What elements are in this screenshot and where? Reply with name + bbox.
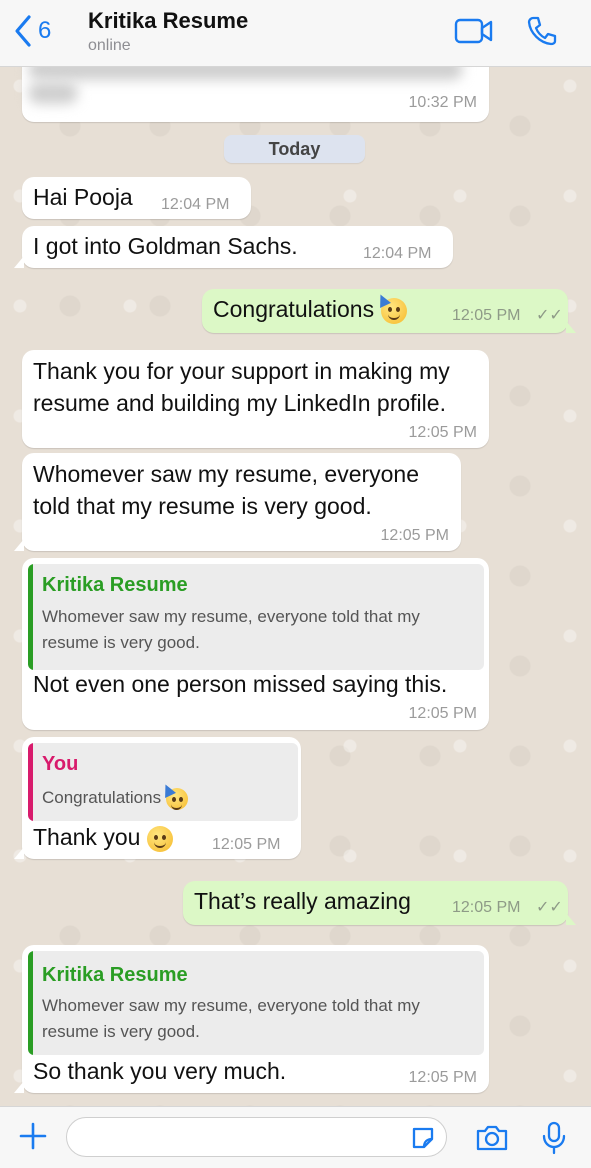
- message-incoming[interactable]: Hai Pooja 12:04 PM: [22, 177, 251, 219]
- message-outgoing[interactable]: Congratulations 12:05 PM ✓✓: [202, 289, 576, 333]
- message-reply[interactable]: Kritika Resume Whomever saw my resume, e…: [22, 558, 489, 730]
- contact-status: online: [88, 37, 131, 54]
- message-text: Hai Pooja: [33, 184, 133, 210]
- double-check-icon: ✓✓: [536, 899, 563, 916]
- message-input[interactable]: [66, 1117, 447, 1157]
- message-text-line: Whomever saw my resume, everyone: [33, 461, 420, 487]
- unread-count: 6: [38, 17, 52, 44]
- message-time: 12:05 PM: [212, 836, 281, 853]
- message-reply[interactable]: You Congratulations Thank you 12:05 PM: [14, 737, 301, 859]
- camera-icon: [476, 1125, 508, 1151]
- message-time: 12:05 PM: [452, 307, 521, 324]
- message-time: 12:04 PM: [363, 245, 432, 262]
- voice-message-button[interactable]: [541, 1121, 567, 1160]
- sticker-button[interactable]: [410, 1125, 436, 1156]
- bubble-tail: [14, 539, 24, 551]
- message-input-bar: [0, 1106, 591, 1168]
- quote-text: Congratulations: [42, 781, 188, 811]
- bubble-tail: [566, 913, 576, 925]
- double-check-icon: ✓✓: [536, 307, 563, 324]
- message-text: Congratulations: [213, 291, 407, 325]
- message-text: Thank you: [33, 821, 173, 853]
- quote-bar: [28, 564, 33, 670]
- quote-author: Kritika Resume: [42, 574, 188, 596]
- message-text: Not even one person missed saying this.: [33, 671, 448, 697]
- message-time: 12:04 PM: [161, 196, 230, 213]
- quote-text-line: Whomever saw my resume, everyone told th…: [42, 607, 420, 626]
- partying-face-emoji-icon: [159, 781, 188, 810]
- quote-text-line: resume is very good.: [42, 1022, 200, 1041]
- message-text: I got into Goldman Sachs.: [33, 233, 298, 259]
- partying-face-emoji-icon: [374, 291, 407, 324]
- camera-button[interactable]: [475, 1124, 509, 1157]
- message-time: 12:05 PM: [408, 424, 477, 441]
- contact-name[interactable]: Kritika Resume: [88, 8, 248, 34]
- bubble-tail: [14, 1081, 24, 1093]
- bubble-tail: [14, 847, 24, 859]
- video-call-button[interactable]: [454, 17, 494, 50]
- plus-icon: [19, 1122, 47, 1150]
- message-text: So thank you very much.: [33, 1058, 287, 1084]
- quoted-message[interactable]: You Congratulations: [28, 743, 298, 821]
- quoted-message[interactable]: Kritika Resume Whomever saw my resume, e…: [28, 564, 484, 670]
- message-time: 10:32 PM: [408, 94, 477, 111]
- message-outgoing[interactable]: That’s really amazing 12:05 PM ✓✓: [183, 881, 576, 925]
- quote-text-line: resume is very good.: [42, 633, 200, 652]
- bubble-tail: [14, 256, 24, 268]
- message-reply[interactable]: Kritika Resume Whomever saw my resume, e…: [14, 945, 489, 1093]
- chevron-left-icon: [15, 15, 31, 47]
- message-time: 12:05 PM: [452, 899, 521, 916]
- quote-bar: [28, 951, 33, 1055]
- message-text-line: told that my resume is very good.: [33, 493, 372, 519]
- sticker-icon: [412, 1127, 434, 1149]
- attach-button[interactable]: [18, 1121, 48, 1156]
- message-incoming[interactable]: Thank you for your support in making my …: [22, 350, 489, 448]
- message-incoming[interactable]: I got into Goldman Sachs. 12:04 PM: [14, 226, 453, 268]
- message-time: 12:05 PM: [408, 1069, 477, 1086]
- quote-author: You: [42, 753, 79, 775]
- blurred-content: [28, 82, 78, 104]
- message-time: 12:05 PM: [408, 705, 477, 722]
- message-text-content: Congratulations: [213, 296, 375, 322]
- message-text-content: Thank you: [33, 824, 141, 850]
- message-text-line: Thank you for your support in making my: [33, 358, 450, 384]
- voice-call-button[interactable]: [526, 15, 558, 52]
- microphone-icon: [542, 1121, 566, 1155]
- quote-text-content: Congratulations: [42, 788, 162, 807]
- date-divider: Today: [224, 135, 365, 163]
- back-button[interactable]: 6: [14, 14, 51, 48]
- smiling-face-emoji-icon: [146, 825, 173, 852]
- video-camera-icon: [454, 18, 493, 44]
- message-text: That’s really amazing: [194, 888, 411, 914]
- bubble-tail: [566, 321, 576, 333]
- message-text-line: resume and building my LinkedIn profile.: [33, 390, 446, 416]
- phone-icon: [527, 16, 557, 46]
- message-time: 12:05 PM: [380, 527, 449, 544]
- quote-bar: [28, 743, 33, 821]
- quote-author: Kritika Resume: [42, 964, 188, 986]
- quote-text-line: Whomever saw my resume, everyone told th…: [42, 996, 420, 1015]
- quoted-message[interactable]: Kritika Resume Whomever saw my resume, e…: [28, 951, 484, 1055]
- chat-header: 6 Kritika Resume online: [0, 0, 591, 67]
- message-incoming[interactable]: Whomever saw my resume, everyone told th…: [14, 453, 461, 551]
